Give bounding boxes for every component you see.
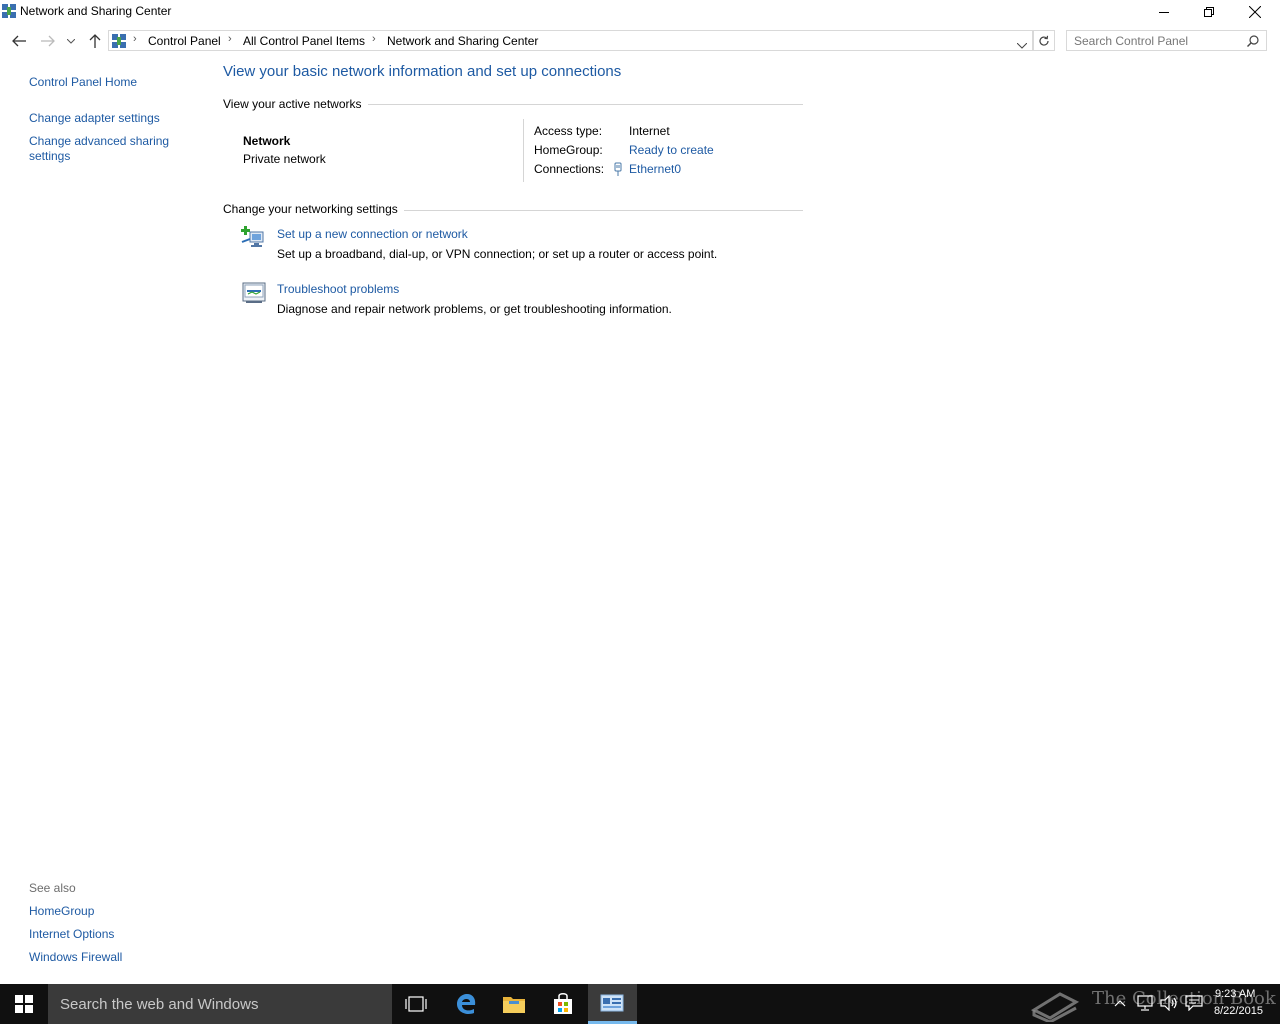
file-explorer-icon[interactable] bbox=[490, 984, 538, 1024]
refresh-button[interactable] bbox=[1033, 30, 1055, 51]
breadcrumb-separator-icon[interactable]: › bbox=[228, 33, 232, 45]
change-adapter-settings-link[interactable]: Change adapter settings bbox=[29, 111, 160, 126]
access-type-value: Internet bbox=[629, 124, 670, 138]
troubleshoot-icon[interactable] bbox=[242, 282, 266, 304]
control-panel-taskbar-icon[interactable] bbox=[588, 984, 636, 1024]
windows-start-icon[interactable] bbox=[0, 984, 48, 1024]
store-icon[interactable] bbox=[539, 984, 587, 1024]
search-icon[interactable] bbox=[1247, 35, 1259, 50]
internet-options-link[interactable]: Internet Options bbox=[29, 927, 114, 942]
troubleshoot-problems-description: Diagnose and repair network problems, or… bbox=[277, 302, 672, 316]
ethernet-icon bbox=[613, 162, 623, 179]
breadcrumb-network-and-sharing-center[interactable]: Network and Sharing Center bbox=[387, 34, 538, 48]
back-button[interactable] bbox=[8, 30, 30, 52]
breadcrumb-control-panel[interactable]: Control Panel bbox=[148, 34, 221, 48]
control-panel-home-link[interactable]: Control Panel Home bbox=[29, 75, 137, 90]
control-panel-location-icon bbox=[112, 34, 126, 48]
minimize-button[interactable] bbox=[1141, 0, 1187, 24]
troubleshoot-problems-link[interactable]: Troubleshoot problems bbox=[277, 282, 399, 296]
access-type-label: Access type: bbox=[534, 124, 603, 138]
page-title: View your basic network information and … bbox=[223, 63, 622, 80]
action-center-icon[interactable] bbox=[1185, 995, 1203, 1014]
address-dropdown-chevron-icon[interactable] bbox=[1016, 38, 1028, 52]
breadcrumb-separator-icon[interactable]: › bbox=[372, 33, 376, 45]
network-name: Network bbox=[243, 134, 291, 148]
breadcrumb-separator-icon[interactable]: › bbox=[133, 33, 137, 45]
homegroup-ready-link[interactable]: Ready to create bbox=[629, 143, 714, 157]
up-button[interactable] bbox=[84, 30, 106, 52]
close-button[interactable] bbox=[1232, 0, 1278, 24]
change-settings-heading: Change your networking settings bbox=[223, 202, 404, 216]
network-tray-icon[interactable] bbox=[1136, 995, 1154, 1014]
search-input[interactable] bbox=[1067, 31, 1249, 50]
homegroup-link[interactable]: HomeGroup bbox=[29, 904, 94, 919]
windows-firewall-link[interactable]: Windows Firewall bbox=[29, 950, 122, 965]
edge-browser-icon[interactable] bbox=[442, 984, 490, 1024]
task-view-icon[interactable] bbox=[392, 984, 440, 1024]
breadcrumb-all-control-panel-items[interactable]: All Control Panel Items bbox=[243, 34, 365, 48]
network-divider bbox=[523, 119, 524, 182]
new-connection-icon[interactable] bbox=[241, 225, 267, 249]
watermark-book-icon bbox=[1030, 984, 1080, 1024]
setup-new-connection-link[interactable]: Set up a new connection or network bbox=[277, 227, 468, 241]
search-box[interactable] bbox=[1066, 30, 1267, 51]
show-hidden-icons-chevron-icon[interactable] bbox=[1114, 996, 1126, 1010]
homegroup-label: HomeGroup: bbox=[534, 143, 603, 157]
recent-locations-chevron-icon[interactable] bbox=[62, 30, 80, 52]
window-title: Network and Sharing Center bbox=[20, 4, 172, 18]
taskbar-search-text[interactable]: Search the web and Windows bbox=[60, 996, 258, 1013]
active-networks-heading: View your active networks bbox=[223, 97, 368, 111]
ethernet-connection-link[interactable]: Ethernet0 bbox=[629, 162, 681, 176]
volume-tray-icon[interactable] bbox=[1160, 994, 1178, 1014]
change-advanced-sharing-settings-link[interactable]: Change advanced sharing settings bbox=[29, 134, 179, 164]
setup-new-connection-description: Set up a broadband, dial-up, or VPN conn… bbox=[277, 247, 718, 261]
restore-button[interactable] bbox=[1186, 0, 1232, 24]
network-type: Private network bbox=[243, 152, 326, 166]
clock-time[interactable]: 9:23 AM bbox=[1215, 988, 1255, 1000]
clock-date[interactable]: 8/22/2015 bbox=[1214, 1005, 1263, 1017]
control-panel-app-icon bbox=[2, 4, 16, 18]
forward-button[interactable] bbox=[37, 30, 59, 52]
see-also-label: See also bbox=[29, 881, 76, 895]
title-bar bbox=[0, 0, 1280, 24]
connections-label: Connections: bbox=[534, 162, 605, 176]
